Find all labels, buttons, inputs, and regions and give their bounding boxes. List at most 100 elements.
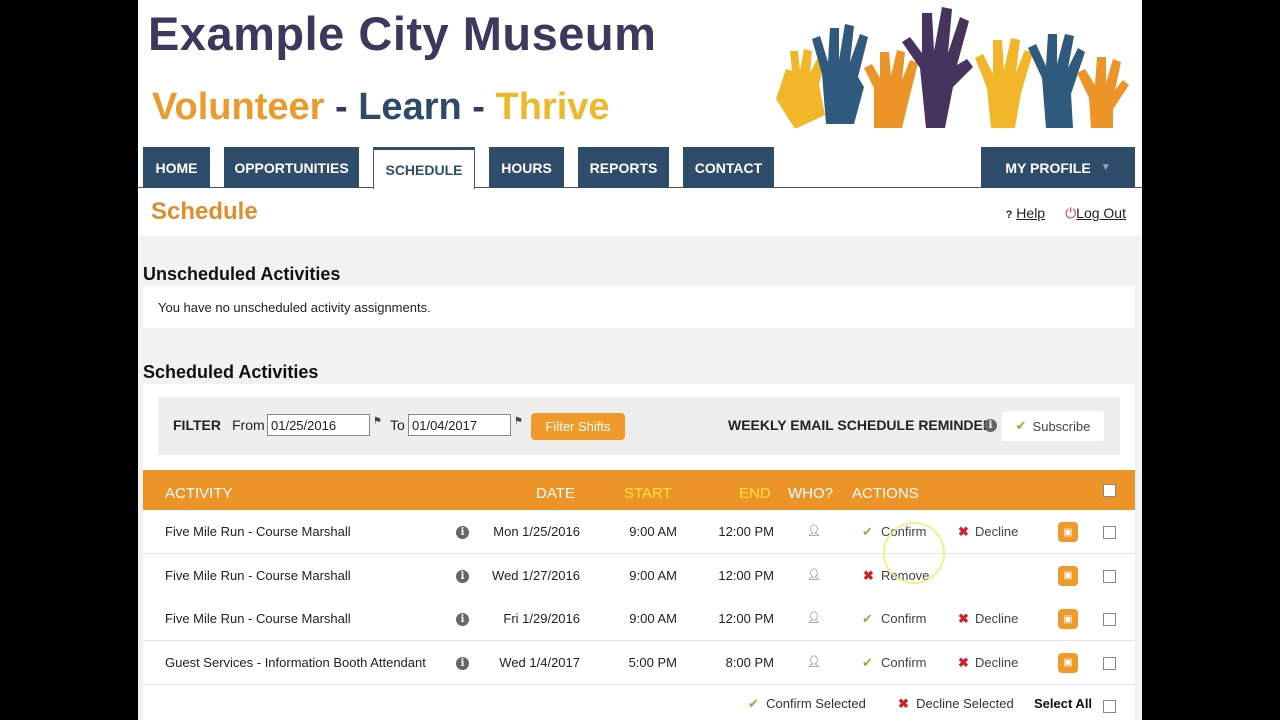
my-profile-menu[interactable]: MY PROFILE ▼ [981,147,1135,188]
shift-end: 8:00 PM [725,654,774,670]
cursor-highlight [883,522,945,584]
shift-end: 12:00 PM [718,524,774,539]
shift-start: 9:00 AM [629,524,677,539]
help-icon: ? [1005,209,1013,221]
calendar-icon[interactable]: ▣ [1058,652,1078,673]
activity-name[interactable]: Five Mile Run - Course Marshall [165,524,351,539]
select-all-label: Select All [1034,696,1093,711]
shift-start: 9:00 AM [629,611,677,626]
help-label: Help [1016,205,1046,221]
action-label: Decline [975,654,1019,670]
tab-contact[interactable]: CONTACT [683,147,774,188]
x-icon: ✖ [898,696,909,711]
table-row: Five Mile Run - Course Marshall i Mon 1/… [143,510,1135,554]
table-row: Five Mile Run - Course Marshall i Fri 1/… [143,597,1135,641]
check-icon: ✔ [748,696,759,711]
x-icon: ✖ [863,567,874,583]
tagline-volunteer: Volunteer [152,86,325,128]
calendar-icon[interactable]: ▣ [1058,565,1078,586]
from-label: From [232,417,265,433]
help-link[interactable]: ? Help [1006,205,1045,222]
row-checkbox[interactable] [1103,526,1116,539]
person-icon[interactable]: 👤︎ [807,568,821,581]
activity-name[interactable]: Five Mile Run - Course Marshall [165,611,351,626]
to-date-input[interactable]: 01/04/2017 [408,414,511,436]
header-date[interactable]: DATE [536,485,575,502]
subscribe-button[interactable]: ✔ Subscribe [1002,411,1104,441]
header-end[interactable]: END [739,485,771,502]
decline-selected-button[interactable]: ✖ Decline Selected [898,696,1014,712]
filter-shifts-button[interactable]: Filter Shifts [531,413,625,440]
reminder-label: WEEKLY EMAIL SCHEDULE REMINDER [728,417,993,433]
page: Example City Museum Volunteer - Learn - … [138,0,1142,720]
person-icon[interactable]: 👤︎ [807,655,821,668]
tagline-thrive: Thrive [495,86,610,128]
shift-date: Mon 1/25/2016 [493,524,580,539]
calendar-icon[interactable]: ▣ [1058,522,1078,542]
site-title: Example City Museum [148,7,657,60]
activity-name[interactable]: Guest Services - Information Booth Atten… [165,655,426,670]
check-icon: ✔ [862,524,873,539]
table-row: Guest Services - Information Booth Atten… [143,640,1135,685]
confirm-selected-button[interactable]: ✔ Confirm Selected [748,696,866,712]
to-label: To [390,417,405,433]
unscheduled-heading: Unscheduled Activities [143,264,341,284]
person-icon[interactable]: 👤︎ [807,524,821,537]
main-nav: HOME OPPORTUNITIES SCHEDULE HOURS REPORT… [138,147,1142,189]
x-icon: ✖ [958,654,969,670]
logout-link[interactable]: ⏻Log Out [1065,205,1126,222]
shift-date: Fri 1/29/2016 [503,611,580,626]
from-date-input[interactable]: 01/25/2016 [267,414,370,436]
row-checkbox[interactable] [1103,569,1116,583]
action-label: Confirm [881,654,927,670]
confirm-selected-label: Confirm Selected [766,696,866,711]
calendar-flag-icon[interactable]: ⚑ [514,416,523,427]
tab-opportunities[interactable]: OPPORTUNITIES [224,147,359,188]
my-profile-label: MY PROFILE [1005,159,1091,176]
site-tagline: Volunteer - Learn - Thrive [152,86,610,129]
tagline-sep: - [335,86,348,128]
filter-bar: FILTER From 01/25/2016 ⚑ To 01/04/2017 ⚑… [158,397,1120,455]
tab-home[interactable]: HOME [143,147,210,188]
shift-end: 12:00 PM [718,611,774,626]
subscribe-label: Subscribe [1032,418,1091,434]
shift-date: Wed 1/27/2016 [492,567,580,583]
select-all-checkbox[interactable] [1103,700,1116,713]
action-label: Confirm [881,611,927,626]
calendar-icon[interactable]: ▣ [1058,609,1078,629]
info-icon[interactable]: i [984,419,997,432]
info-icon[interactable]: i [456,526,469,539]
info-icon[interactable]: i [456,656,469,670]
table-row: Five Mile Run - Course Marshall i Wed 1/… [143,553,1135,598]
header-actions: ACTIONS [852,485,919,502]
header-activity[interactable]: ACTIVITY [165,485,233,502]
activity-name[interactable]: Five Mile Run - Course Marshall [165,568,351,583]
info-icon[interactable]: i [456,613,469,626]
info-icon[interactable]: i [456,569,469,583]
page-title: Schedule [151,198,258,225]
tab-schedule[interactable]: SCHEDULE [373,147,475,189]
filter-label: FILTER [173,417,221,433]
row-checkbox[interactable] [1103,613,1116,626]
tagline-sep: - [472,86,485,128]
shift-end: 12:00 PM [718,567,774,583]
person-icon[interactable]: 👤︎ [807,611,821,624]
tab-reports[interactable]: REPORTS [578,147,669,188]
scheduled-heading: Scheduled Activities [143,362,319,382]
tagline-learn: Learn [358,86,462,128]
shift-date: Wed 1/4/2017 [499,654,580,670]
decline-selected-label: Decline Selected [916,696,1014,711]
header-select-checkbox[interactable] [1103,484,1116,497]
x-icon: ✖ [958,524,969,539]
action-label: Decline [975,524,1019,539]
logout-label: Log Out [1076,205,1126,221]
row-checkbox[interactable] [1103,656,1116,670]
calendar-flag-icon[interactable]: ⚑ [373,416,382,427]
chevron-down-icon: ▼ [1100,162,1111,173]
check-icon: ✔ [862,654,873,670]
tab-hours[interactable]: HOURS [489,147,564,188]
check-icon: ✔ [1015,418,1027,433]
header-start[interactable]: START [624,485,672,502]
unscheduled-message: You have no unscheduled activity assignm… [158,300,431,315]
shift-start: 5:00 PM [628,654,677,670]
